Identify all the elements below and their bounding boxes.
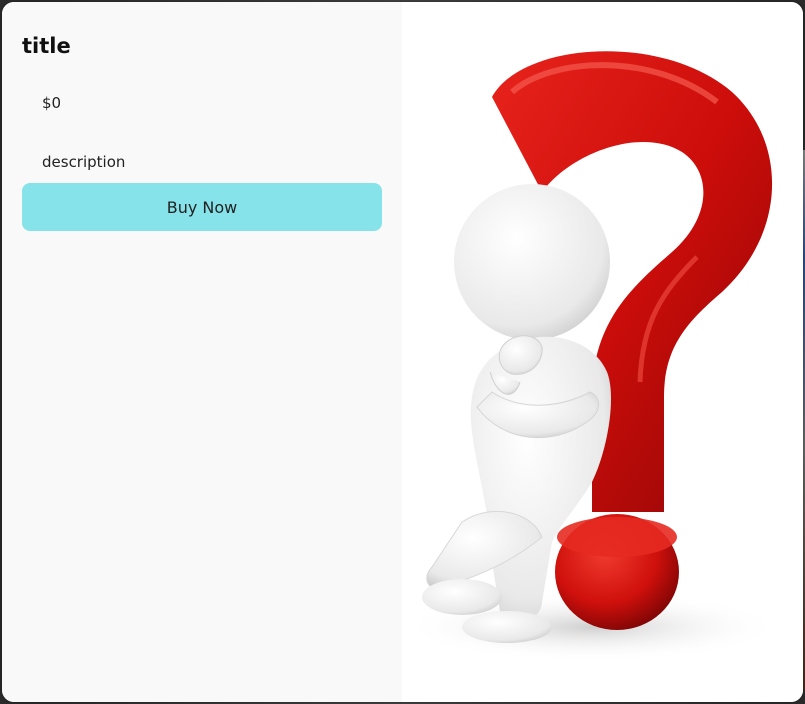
product-price: $0 xyxy=(42,94,62,112)
question-mark-thinker-illustration xyxy=(402,51,782,662)
product-modal: title $0 description Buy Now xyxy=(2,2,803,702)
product-title: title xyxy=(22,34,71,58)
product-description: description xyxy=(42,153,126,171)
buy-now-button[interactable]: Buy Now xyxy=(22,183,382,231)
product-image xyxy=(402,2,803,702)
product-info-panel: title $0 description Buy Now xyxy=(2,2,402,702)
